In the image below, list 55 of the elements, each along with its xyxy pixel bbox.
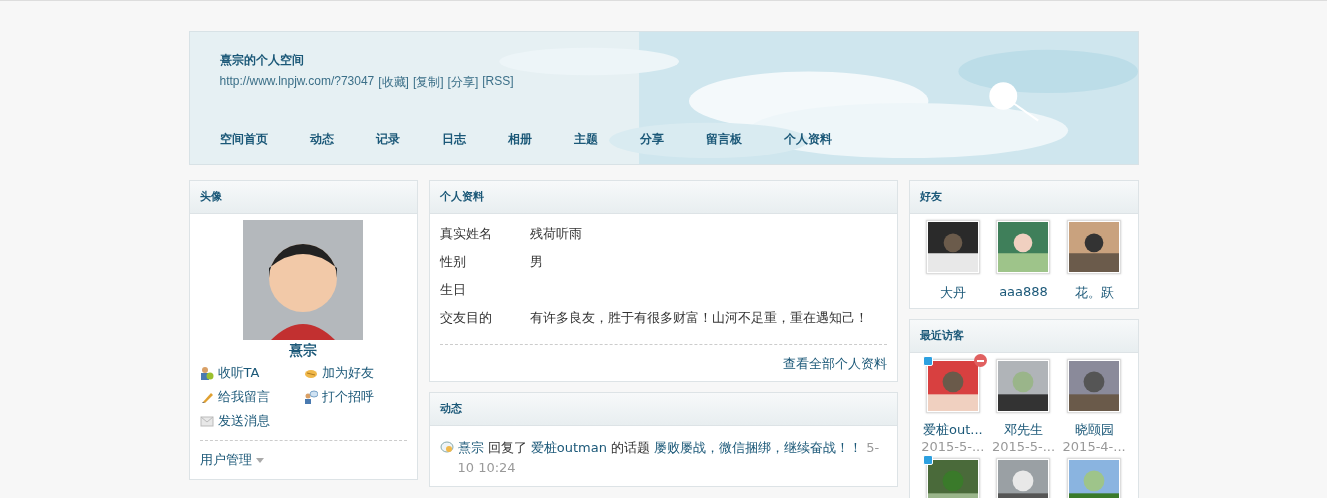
header-link[interactable]: [分享] (447, 74, 479, 91)
field-label: 交友目的 (439, 309, 493, 327)
action-link[interactable]: 加为好友 (303, 364, 407, 382)
visit-date: 2015-4-... (1062, 439, 1126, 454)
chat-person-icon (303, 390, 318, 404)
user-management-dropdown[interactable]: 用户管理 (199, 451, 264, 469)
topic-link[interactable]: 屡败屡战，微信捆绑，继续奋战！！ (654, 440, 863, 455)
nav-link[interactable]: 记录 (375, 131, 400, 148)
visit-date: 2015-5-... (991, 439, 1056, 454)
panel-title: 个人资料 (429, 181, 897, 214)
view-all-link[interactable]: 查看全部个人资料 (782, 356, 887, 371)
nav-link[interactable]: 相册 (507, 131, 532, 148)
reply-icon (439, 441, 454, 455)
header-link[interactable]: [RSS] (482, 74, 514, 91)
user-link[interactable]: 爱桩outman (530, 440, 607, 455)
nav-link[interactable]: 留言板 (705, 131, 742, 148)
nav-link[interactable]: 日志 (441, 131, 466, 148)
nav-link[interactable]: 动态 (309, 131, 334, 148)
field-value: 残荷听雨 (529, 225, 583, 243)
envelope-icon (199, 414, 214, 428)
visitor-name[interactable]: 邓先生 (1004, 421, 1043, 439)
action-link[interactable]: 打个招呼 (303, 388, 407, 406)
field-label: 生日 (439, 281, 467, 299)
header-link[interactable]: [收藏] (378, 74, 409, 91)
field-label: 性别 (439, 253, 467, 271)
field-value: 男 (529, 253, 544, 271)
field-value: 有许多良友，胜于有很多财富！山河不足重，重在遇知己！ (529, 309, 869, 327)
panel-title: 好友 (909, 181, 1138, 214)
nav-link[interactable]: 空间首页 (219, 131, 268, 148)
friend-name[interactable]: 大丹 (939, 284, 966, 302)
space-url: http://www.lnpjw.com/?73047 (219, 74, 375, 90)
space-title: 熹宗的个人空间 (219, 52, 305, 69)
friend-name[interactable]: aaa888 (999, 284, 1048, 299)
caret-icon (255, 457, 264, 463)
panel-title: 动态 (429, 393, 897, 426)
nav-link[interactable]: 分享 (639, 131, 664, 148)
action-link[interactable]: 给我留言 (199, 388, 304, 406)
panel-title: 最近访客 (909, 320, 1138, 353)
friend-name[interactable]: 花。跃 (1074, 284, 1114, 302)
nav-link[interactable]: 主题 (573, 131, 598, 148)
nav-link[interactable]: 个人资料 (783, 131, 832, 148)
user-link[interactable]: 熹宗 (457, 440, 484, 455)
user-name: 熹宗 (289, 342, 317, 360)
person-icon (199, 366, 214, 380)
visitor-name[interactable]: 晓颐园 (1074, 421, 1114, 439)
visitor-name[interactable]: 爱桩out... (923, 421, 983, 439)
action-link[interactable]: 收听TA (199, 364, 304, 382)
action-link[interactable]: 发送消息 (199, 412, 304, 430)
header-link[interactable]: [复制] (412, 74, 444, 91)
visit-date: 2015-5-... (921, 439, 985, 454)
panel-title: 头像 (189, 181, 417, 214)
field-label: 真实姓名 (439, 225, 493, 243)
avatar-icon (243, 220, 363, 340)
activity-text: 熹宗 回复了 爱桩outman 的话题 屡败屡战，微信捆绑，继续奋战！！ 5-10 10:24 (457, 439, 881, 477)
remove-icon[interactable] (973, 354, 987, 367)
